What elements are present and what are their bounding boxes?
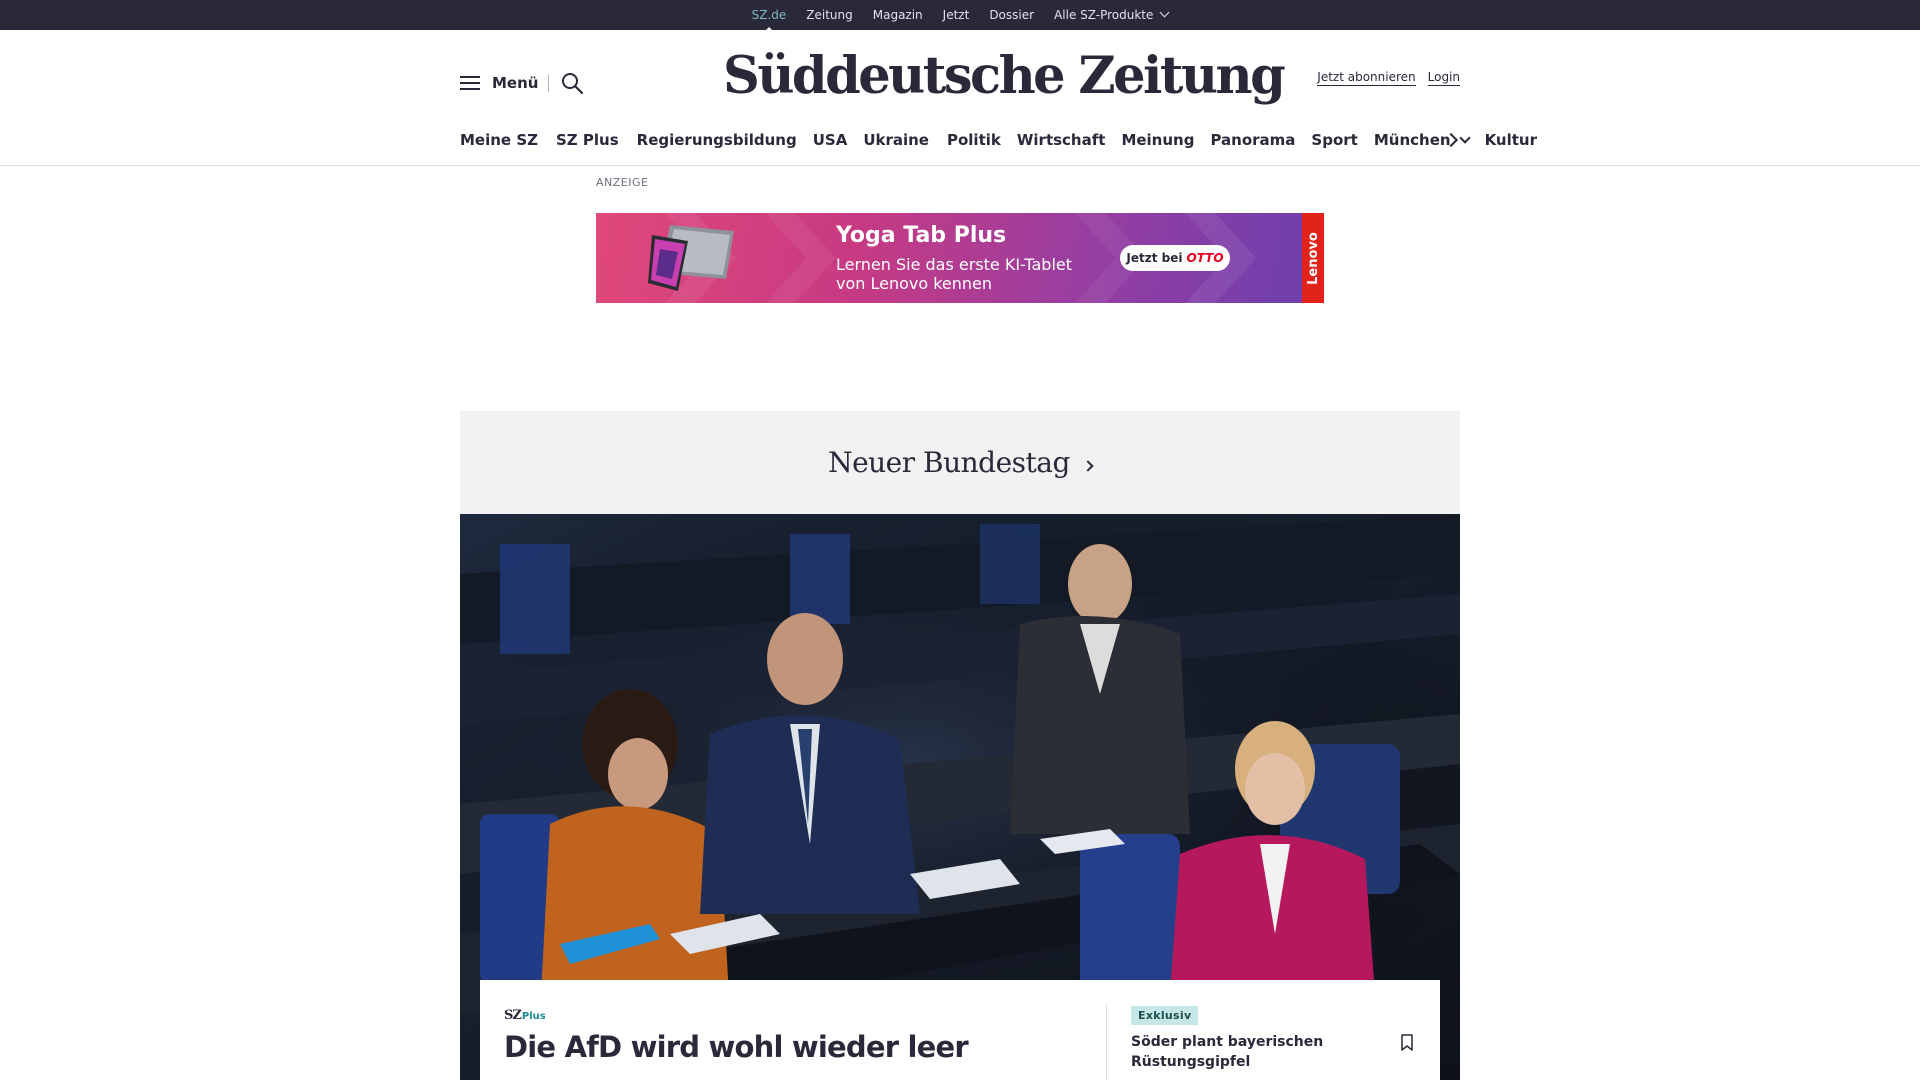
article-headline[interactable]: Die AfD wird wohl wieder leer: [504, 1030, 969, 1064]
ad-title: Yoga Tab Plus: [836, 223, 1007, 248]
section-ukraine[interactable]: Ukraine: [863, 131, 929, 149]
section-usa[interactable]: USA: [813, 131, 848, 149]
menu-label: Menü: [492, 74, 539, 92]
site-header: Menü Süddeutsche Zeitung Jetzt abonniere…: [460, 30, 1460, 140]
all-products-dropdown[interactable]: Alle SZ-Produkte: [1054, 7, 1170, 22]
section-kultur[interactable]: Kultur: [1485, 131, 1537, 149]
section-wirtschaft[interactable]: Wirtschaft: [1017, 131, 1106, 149]
sz-plus-suffix: Plus: [521, 1011, 546, 1022]
all-products-label: Alle SZ-Produkte: [1054, 8, 1154, 22]
section-panorama[interactable]: Panorama: [1210, 131, 1295, 149]
product-link-dossier[interactable]: Dossier: [989, 8, 1034, 22]
product-link-magazin[interactable]: Magazin: [873, 8, 923, 22]
section-meine-sz[interactable]: Meine SZ: [460, 131, 538, 149]
side-article-title[interactable]: Söder plant bayerischen Rüstungsgipfel: [1131, 1032, 1361, 1072]
article-card: SZ Plus Die AfD wird wohl wieder leer Ex…: [480, 980, 1440, 1080]
product-link-szde[interactable]: SZ.de: [752, 8, 786, 33]
section-meinung[interactable]: Meinung: [1121, 131, 1194, 149]
login-link[interactable]: Login: [1427, 70, 1460, 86]
dossier-header[interactable]: Neuer Bundestag: [460, 411, 1460, 514]
ad-text: Lernen Sie das erste KI-Tablet von Lenov…: [836, 255, 1073, 293]
section-sport[interactable]: Sport: [1311, 131, 1357, 149]
product-bar: SZ.de Zeitung Magazin Jetzt Dossier Alle…: [0, 0, 1920, 33]
chevron-right-icon: [1082, 459, 1094, 472]
ad-label: ANZEIGE: [596, 176, 649, 189]
ad-cta-prefix: Jetzt bei: [1126, 251, 1183, 265]
tablet-image: [648, 225, 734, 291]
hamburger-icon: [460, 76, 480, 90]
lenovo-wordmark: Lenovo: [1305, 231, 1321, 285]
subscribe-link[interactable]: Jetzt abonnieren: [1317, 70, 1416, 86]
section-sz-plus[interactable]: SZ Plus: [556, 131, 619, 149]
section-nav: Meine SZ SZ Plus Regierungsbildung USA U…: [460, 128, 1537, 152]
header-divider-line: [0, 165, 1920, 166]
section-muenchen-label: München: [1373, 131, 1451, 149]
dossier-title: Neuer Bundestag: [828, 446, 1070, 479]
section-politik[interactable]: Politik: [947, 131, 1001, 149]
menu-button[interactable]: Menü: [460, 74, 538, 92]
card-divider: [1106, 1004, 1107, 1080]
product-link-zeitung[interactable]: Zeitung: [806, 8, 852, 22]
ad-cta-button[interactable]: Jetzt bei OTTO: [1120, 245, 1230, 271]
chevron-down-icon: [1458, 131, 1471, 144]
sz-plus-prefix: SZ: [504, 1008, 522, 1023]
product-nav: SZ.de Zeitung Magazin Jetzt Dossier Alle…: [752, 7, 1170, 33]
otto-logo: OTTO: [1186, 251, 1224, 265]
search-icon[interactable]: [561, 72, 583, 94]
lenovo-logo: Lenovo: [1302, 213, 1324, 303]
section-regierungsbildung[interactable]: Regierungsbildung: [637, 131, 797, 149]
exclusive-badge: Exklusiv: [1131, 1006, 1199, 1025]
bookmark-icon[interactable]: [1400, 1034, 1414, 1052]
header-divider: [548, 74, 549, 92]
ad-banner[interactable]: Yoga Tab Plus Lernen Sie das erste KI-Ta…: [596, 213, 1324, 303]
chevron-right-icon[interactable]: [1444, 132, 1460, 148]
sz-plus-logo: SZ Plus: [504, 1008, 546, 1023]
account-links: Jetzt abonnieren Login: [1317, 70, 1460, 86]
product-link-jetzt[interactable]: Jetzt: [943, 8, 970, 22]
chevron-down-icon: [1159, 7, 1170, 18]
site-logo[interactable]: Süddeutsche Zeitung: [723, 42, 1286, 110]
